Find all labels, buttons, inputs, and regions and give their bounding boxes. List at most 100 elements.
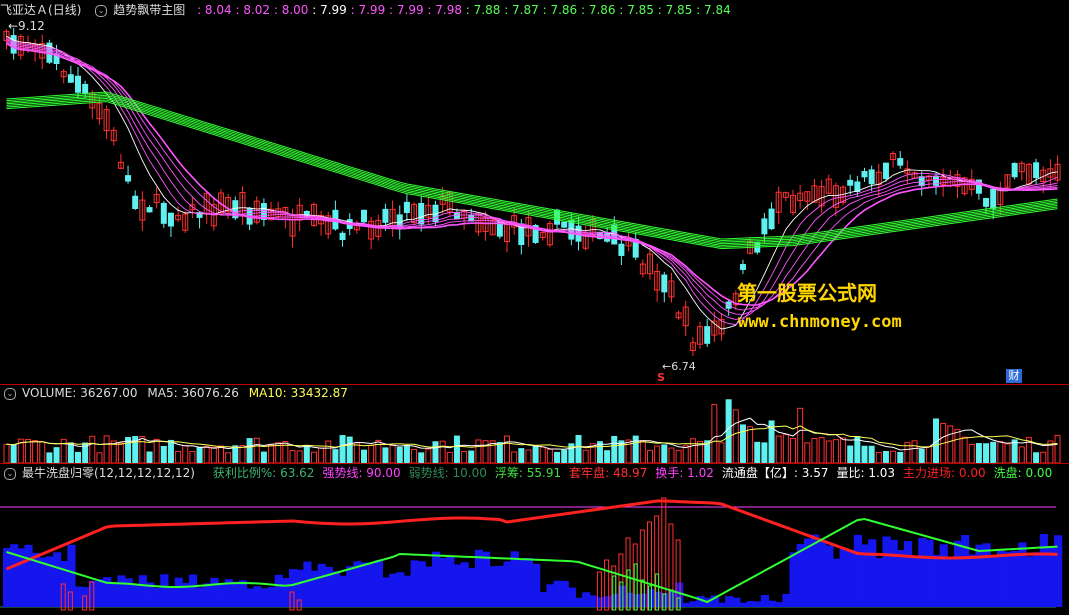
profit-ratio-bar bbox=[853, 534, 863, 607]
volume-bar bbox=[575, 435, 582, 464]
volume-bar bbox=[1018, 446, 1025, 464]
profit-ratio-bar bbox=[560, 580, 569, 607]
volume-bar bbox=[439, 440, 446, 464]
profit-ratio-bar bbox=[825, 545, 834, 607]
profit-ratio-bar bbox=[110, 583, 119, 607]
candle bbox=[1011, 162, 1018, 178]
volume-bar bbox=[997, 440, 1004, 464]
profit-ratio-bar bbox=[718, 602, 727, 607]
volume-bar bbox=[604, 450, 611, 464]
profit-ratio-bar bbox=[453, 564, 462, 607]
profit-ratio-bar bbox=[410, 560, 419, 607]
volume-bar bbox=[632, 435, 639, 464]
volume-bar bbox=[232, 445, 239, 464]
volume-bar bbox=[167, 439, 174, 464]
profit-ratio-bar bbox=[346, 566, 355, 607]
volume-bar bbox=[225, 452, 232, 464]
volume-bar bbox=[925, 446, 932, 464]
profit-ratio-bar bbox=[739, 602, 748, 607]
volume-bar bbox=[1011, 439, 1018, 464]
volume-bar bbox=[468, 450, 475, 464]
volume-chart[interactable] bbox=[0, 384, 1069, 464]
volume-bar bbox=[353, 442, 360, 464]
profit-ratio-bar bbox=[982, 543, 991, 607]
candle bbox=[918, 176, 925, 187]
profit-ratio-bar bbox=[439, 558, 448, 607]
profit-ratio-bar bbox=[896, 550, 905, 607]
volume-pane[interactable]: ⌄ VOLUME: 36267.00 MA5: 36076.26 MA10: 33432… bbox=[0, 384, 1069, 464]
volume-bar bbox=[418, 452, 425, 464]
volume-bar bbox=[661, 444, 668, 464]
profit-ratio-bar bbox=[396, 572, 405, 607]
volume-bar bbox=[639, 440, 646, 464]
volume-bar bbox=[310, 451, 317, 464]
finance-badge[interactable]: 财 bbox=[1006, 369, 1022, 383]
candle bbox=[403, 201, 410, 214]
volume-bar bbox=[582, 449, 589, 464]
profit-ratio-bar bbox=[589, 595, 598, 607]
volume-bar bbox=[496, 442, 503, 464]
profit-ratio-bar bbox=[53, 552, 62, 607]
volume-bar bbox=[411, 448, 418, 464]
profit-ratio-bar bbox=[174, 577, 183, 607]
profit-ratio-bar bbox=[725, 596, 734, 607]
candle bbox=[160, 202, 167, 224]
profit-ratio-bar bbox=[489, 566, 498, 607]
volume-bar bbox=[24, 439, 31, 464]
volume-bar bbox=[818, 437, 825, 464]
candle bbox=[1033, 162, 1040, 179]
candle bbox=[661, 274, 668, 293]
volume-bar bbox=[890, 450, 897, 464]
volume-bar bbox=[303, 445, 310, 464]
volume-bar bbox=[782, 434, 789, 464]
watermark-cn: 第一股票公式网 bbox=[737, 281, 877, 305]
volume-bar bbox=[153, 438, 160, 464]
candle bbox=[361, 209, 367, 223]
volume-bar bbox=[318, 447, 325, 464]
volume-bar bbox=[289, 450, 296, 464]
volume-bar bbox=[89, 435, 96, 464]
profit-ratio-bar bbox=[875, 557, 884, 607]
profit-ratio-bar bbox=[260, 588, 269, 607]
volume-bar bbox=[647, 449, 653, 464]
volume-bar bbox=[75, 451, 81, 464]
volume-bar bbox=[160, 445, 167, 464]
volume-bar bbox=[983, 443, 990, 464]
profit-ratio-bar bbox=[74, 586, 83, 607]
candle bbox=[847, 179, 854, 186]
low-price-label: ←6.74 bbox=[662, 360, 696, 373]
volume-bar bbox=[775, 435, 782, 464]
indicator-pane[interactable]: ⌄ 最牛洗盘归零(12,12,12,12,12) 获利比例%: 63.62 强势线:… bbox=[0, 464, 1069, 615]
profit-ratio-bar bbox=[1046, 547, 1056, 607]
profit-ratio-bar bbox=[746, 601, 755, 607]
profit-ratio-bar bbox=[446, 556, 455, 607]
volume-bar bbox=[375, 439, 382, 464]
profit-ratio-bar bbox=[1011, 550, 1020, 607]
volume-bar bbox=[446, 451, 453, 464]
main-chart-pane[interactable]: 飞亚达Ａ(日线) ⌄ 趋势飘带主图 : 8.04 : 8.02 : 8.00 : … bbox=[0, 0, 1069, 384]
profit-ratio-bar bbox=[274, 574, 283, 607]
profit-ratio-bar bbox=[417, 561, 426, 607]
volume-bar bbox=[947, 425, 954, 464]
candle bbox=[132, 195, 139, 209]
profit-ratio-bar bbox=[303, 561, 312, 607]
volume-bar bbox=[482, 440, 489, 464]
profit-ratio-bar bbox=[267, 587, 276, 607]
profit-ratio-bar bbox=[432, 551, 441, 607]
candle bbox=[983, 198, 990, 207]
profit-ratio-bar bbox=[953, 540, 963, 607]
volume-bar bbox=[611, 435, 618, 464]
profit-ratio-bar bbox=[331, 571, 341, 607]
candle bbox=[897, 158, 904, 166]
profit-ratio-bar bbox=[689, 601, 698, 607]
profit-ratio-bar bbox=[1004, 551, 1013, 607]
profit-ratio-bar bbox=[360, 562, 369, 607]
volume-bar bbox=[747, 426, 754, 464]
volume-ma10-line bbox=[6, 425, 1058, 449]
candle bbox=[146, 207, 153, 213]
indicator-chart[interactable] bbox=[0, 464, 1069, 615]
volume-bar bbox=[3, 443, 10, 464]
volume-bar bbox=[196, 447, 203, 464]
volume-bar bbox=[260, 451, 267, 464]
price-chart[interactable] bbox=[0, 0, 1069, 384]
